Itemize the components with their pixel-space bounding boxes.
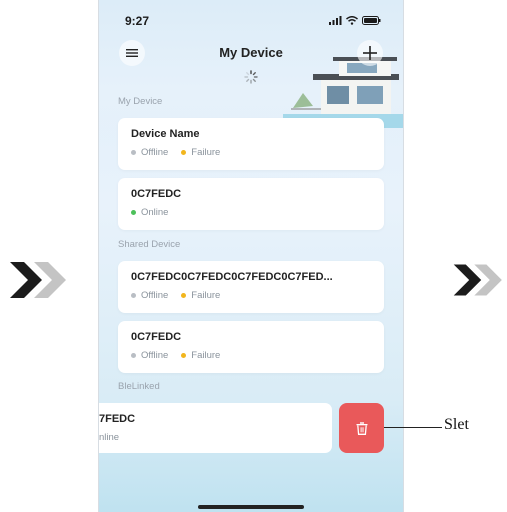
status-online: Online [141, 207, 169, 218]
failure-dot [181, 293, 187, 298]
device-status: Offline Failure [131, 147, 220, 158]
device-name: Device Name [131, 128, 200, 140]
status-bar: 9:27 [99, 14, 403, 28]
chevron-right-icon [453, 264, 502, 296]
device-status: nline [99, 432, 120, 443]
section-ble-linked: BleLinked [118, 381, 160, 392]
loading-icon [244, 70, 258, 84]
callout-line [384, 427, 442, 428]
status-offline: Offline [141, 350, 169, 361]
chevron-right-icon [10, 262, 66, 298]
device-status: Offline Failure [131, 350, 220, 361]
add-device-button[interactable] [357, 40, 383, 66]
status-failure: Failure [191, 290, 221, 301]
status-offline: Offline [141, 147, 169, 158]
callout-label: Slet [444, 416, 469, 433]
offline-dot [131, 293, 136, 298]
wifi-icon [346, 16, 358, 25]
device-name: 0C7FEDC [131, 188, 182, 200]
swiped-device-card[interactable]: 7FEDC nline [99, 403, 332, 453]
device-status: Online [131, 207, 168, 218]
device-name: 0C7FEDC [131, 331, 182, 343]
signal-icon [329, 16, 342, 25]
failure-dot [181, 150, 187, 155]
device-status: Offline Failure [131, 290, 220, 301]
device-card[interactable]: 0C7FEDC Offline Failure [118, 321, 384, 373]
section-my-device: My Device [118, 96, 163, 107]
status-failure: Failure [191, 147, 221, 158]
home-indicator [198, 505, 304, 509]
device-name: 7FEDC [99, 413, 136, 425]
status-time: 9:27 [125, 14, 150, 28]
trash-icon [356, 421, 367, 435]
battery-icon [362, 16, 381, 25]
offline-dot [131, 150, 136, 155]
device-name: 0C7FEDC0C7FEDC0C7FEDC0C7FED... [131, 271, 333, 283]
online-dot [131, 210, 136, 215]
device-card[interactable]: 0C7FEDC Online [118, 178, 384, 230]
offline-dot [131, 353, 136, 358]
plus-icon [363, 46, 377, 60]
status-failure: Failure [191, 350, 221, 361]
status-offline: Offline [141, 290, 169, 301]
delete-button[interactable] [339, 403, 384, 453]
section-shared-device: Shared Device [118, 239, 181, 250]
phone-screen: 9:27 My Device My Device Device Name Off… [99, 0, 403, 512]
app-header: My Device [99, 40, 403, 66]
failure-dot [181, 353, 187, 358]
device-card[interactable]: 0C7FEDC0C7FEDC0C7FEDC0C7FED... Offline F… [118, 261, 384, 313]
device-card[interactable]: Device Name Offline Failure [118, 118, 384, 170]
